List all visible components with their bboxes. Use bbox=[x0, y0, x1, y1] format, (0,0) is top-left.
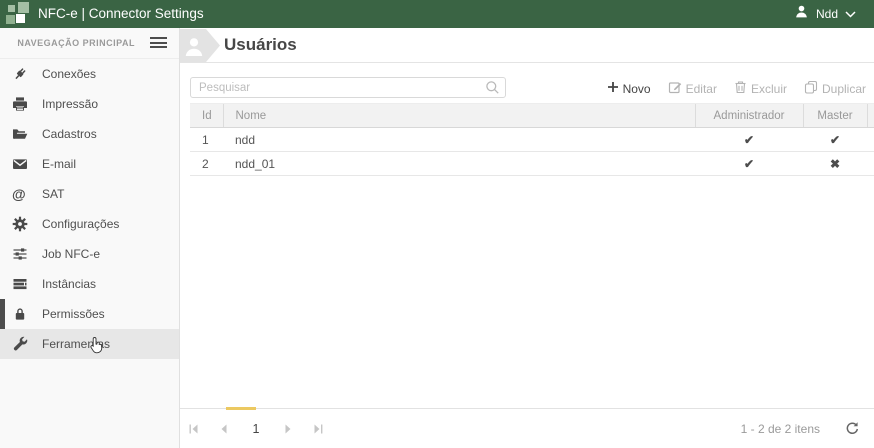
folder-icon bbox=[12, 126, 28, 142]
envelope-icon bbox=[12, 156, 28, 172]
sidebar-item-ferramentas[interactable]: Ferramentas bbox=[0, 329, 179, 359]
table-row[interactable]: 2 ndd_01 ✔ ✖ bbox=[190, 151, 874, 176]
next-page-button[interactable] bbox=[278, 419, 298, 439]
edit-button[interactable]: Editar bbox=[668, 80, 717, 97]
sidebar-item-conexoes[interactable]: Conexões bbox=[0, 59, 179, 89]
sidebar-item-sat[interactable]: @ SAT bbox=[0, 179, 179, 209]
sidebar: NAVEGAÇÃO PRINCIPAL Conexões Impressão C… bbox=[0, 28, 180, 448]
sidebar-item-label: Configurações bbox=[42, 217, 120, 231]
users-table: Id Nome Administrador Master 1 ndd ✔ ✔ 2 bbox=[190, 103, 874, 176]
delete-button[interactable]: Excluir bbox=[734, 80, 787, 97]
stack-icon bbox=[12, 276, 28, 292]
cross-icon: ✖ bbox=[803, 151, 867, 176]
main-content: Usuários Novo Editar Excluir Du bbox=[180, 28, 874, 448]
column-header-nome[interactable]: Nome bbox=[222, 103, 695, 128]
wrench-icon bbox=[12, 336, 28, 352]
sidebar-header: NAVEGAÇÃO PRINCIPAL bbox=[0, 28, 179, 59]
pager-status: 1 - 2 de 2 itens bbox=[740, 422, 820, 436]
sliders-icon bbox=[12, 246, 28, 262]
user-name: Ndd bbox=[815, 7, 838, 21]
sidebar-item-label: Ferramentas bbox=[42, 337, 111, 351]
duplicate-button[interactable]: Duplicar bbox=[804, 80, 866, 97]
page-header: Usuários bbox=[180, 28, 874, 63]
cell-id: 1 bbox=[190, 127, 223, 152]
sidebar-item-label: Impressão bbox=[42, 97, 99, 111]
last-page-button[interactable] bbox=[308, 419, 328, 439]
chevron-down-icon bbox=[845, 5, 856, 23]
sidebar-item-job-nfce[interactable]: Job NFC-e bbox=[0, 239, 179, 269]
page-title: Usuários bbox=[224, 35, 297, 54]
column-header-administrador[interactable]: Administrador bbox=[694, 103, 803, 128]
grid-toolbar: Novo Editar Excluir Duplicar bbox=[607, 80, 866, 97]
sidebar-item-label: E-mail bbox=[42, 157, 77, 171]
page-number[interactable]: 1 bbox=[244, 422, 268, 436]
hamburger-menu-icon[interactable] bbox=[150, 37, 167, 50]
search-icon[interactable] bbox=[485, 80, 500, 100]
copy-icon bbox=[804, 80, 818, 97]
search-input[interactable] bbox=[190, 77, 506, 98]
ndd-logo-icon bbox=[6, 2, 32, 26]
table-header-row: Id Nome Administrador Master bbox=[190, 103, 874, 128]
sidebar-item-label: SAT bbox=[42, 187, 65, 201]
printer-icon bbox=[12, 96, 28, 112]
check-icon: ✔ bbox=[695, 151, 803, 176]
check-icon: ✔ bbox=[695, 127, 803, 152]
top-bar: NFC-e | Connector Settings Ndd bbox=[0, 0, 874, 28]
column-header-id[interactable]: Id bbox=[190, 103, 223, 128]
sidebar-item-label: Conexões bbox=[42, 67, 97, 81]
app-window: NFC-e | Connector Settings Ndd NAVEGAÇÃO… bbox=[0, 0, 874, 448]
prev-page-button[interactable] bbox=[214, 419, 234, 439]
refresh-icon[interactable] bbox=[844, 421, 860, 437]
edit-icon bbox=[668, 80, 682, 97]
cell-nome: ndd bbox=[223, 127, 695, 152]
sidebar-item-cadastros[interactable]: Cadastros bbox=[0, 119, 179, 149]
user-avatar-icon bbox=[794, 4, 809, 24]
first-page-button[interactable] bbox=[184, 419, 204, 439]
column-header-filler bbox=[866, 103, 874, 128]
sidebar-item-label: Instâncias bbox=[42, 277, 97, 291]
sidebar-item-label: Job NFC-e bbox=[42, 247, 101, 261]
trash-icon bbox=[734, 80, 747, 97]
page-header-ribbon bbox=[180, 29, 220, 62]
new-button[interactable]: Novo bbox=[607, 81, 651, 96]
sidebar-item-instancias[interactable]: Instâncias bbox=[0, 269, 179, 299]
sidebar-item-configuracoes[interactable]: Configurações bbox=[0, 209, 179, 239]
app-title: NFC-e | Connector Settings bbox=[38, 6, 204, 21]
sidebar-item-label: Cadastros bbox=[42, 127, 97, 141]
at-icon: @ bbox=[12, 186, 26, 202]
column-header-master[interactable]: Master bbox=[802, 103, 867, 128]
sidebar-item-label: Permissões bbox=[42, 307, 105, 321]
table-row[interactable]: 1 ndd ✔ ✔ bbox=[190, 127, 874, 152]
sidebar-item-permissoes[interactable]: Permissões bbox=[0, 299, 179, 329]
check-icon: ✔ bbox=[803, 127, 867, 152]
user-menu[interactable]: Ndd bbox=[794, 0, 856, 28]
lock-icon bbox=[12, 306, 28, 322]
cell-id: 2 bbox=[190, 151, 223, 176]
sidebar-item-email[interactable]: E-mail bbox=[0, 149, 179, 179]
plug-icon bbox=[12, 66, 28, 82]
plus-icon bbox=[607, 81, 619, 96]
sidebar-item-impressao[interactable]: Impressão bbox=[0, 89, 179, 119]
sidebar-header-label: NAVEGAÇÃO PRINCIPAL bbox=[17, 38, 135, 48]
search-box bbox=[190, 77, 506, 98]
gear-icon bbox=[12, 216, 28, 232]
pager: 1 1 - 2 de 2 itens bbox=[180, 407, 874, 448]
cell-nome: ndd_01 bbox=[223, 151, 695, 176]
